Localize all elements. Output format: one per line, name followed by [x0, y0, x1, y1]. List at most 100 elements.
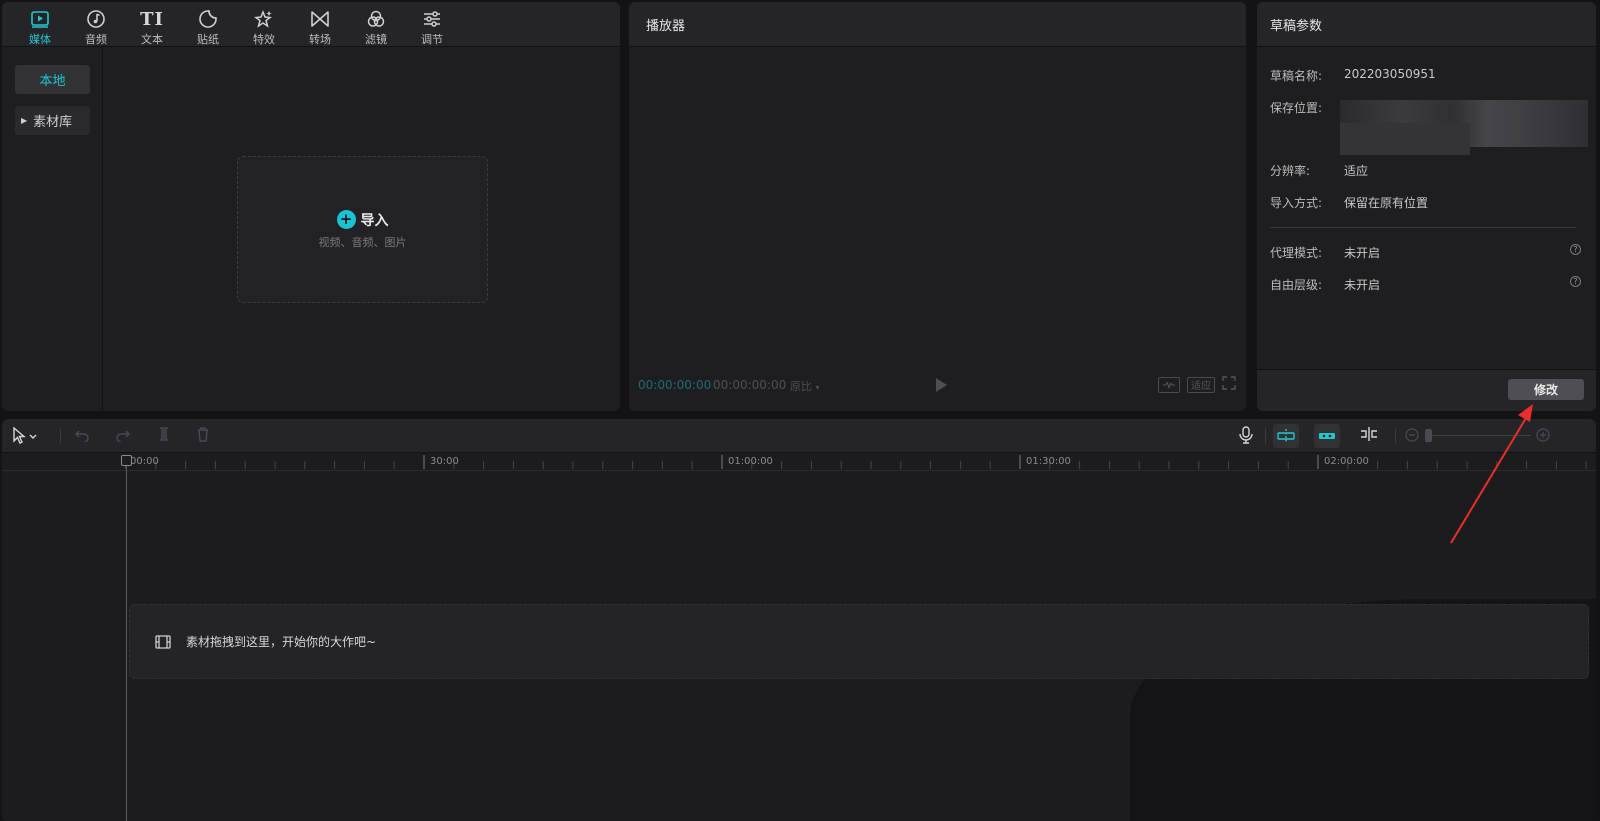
transition-bowtie-icon	[311, 11, 329, 27]
playhead-handle[interactable]	[121, 455, 132, 466]
tick-label: 02:00:00	[1324, 456, 1369, 467]
tab-effects[interactable]: 特效	[236, 2, 292, 47]
draft-row-proxy-key: 代理模式:	[1270, 246, 1323, 260]
draft-row-resolution-key: 分辨率:	[1270, 164, 1311, 178]
tick-label: 01:30:00	[1026, 456, 1071, 467]
drop-hint: 素材拖拽到这里，开始你的大作吧~	[186, 635, 377, 649]
ratio-dropdown[interactable]: 原比 ▾	[790, 378, 820, 394]
player-panel: 播放器 00:00:00:00 00:00:00:00 原比 ▾ 适应	[629, 2, 1246, 411]
tick-label: 01:00:00	[728, 456, 773, 467]
timeline-ruler[interactable]: 00:00 30:00 01:00:00 01:30:00 02:00:00	[2, 453, 1596, 471]
draft-row-name-key: 草稿名称:	[1270, 69, 1323, 83]
draft-title: 草稿参数	[1257, 2, 1596, 47]
linkage-button[interactable]	[1314, 424, 1340, 448]
zoom-slider-track[interactable]	[1429, 435, 1531, 436]
fit-button[interactable]: 适应	[1187, 376, 1215, 393]
draft-row-name: 草稿名称: 202203050951	[1270, 67, 1436, 84]
draft-row-resolution: 分辨率: 适应	[1270, 162, 1368, 179]
tick-label: 00:00	[130, 456, 159, 467]
ratio-label: 原比	[790, 380, 812, 393]
draft-row-layers-value: 未开启	[1344, 278, 1381, 292]
tab-text-label: 文本	[141, 33, 163, 46]
tab-effects-label: 特效	[253, 33, 275, 46]
zoom-out-button[interactable]	[1405, 428, 1419, 442]
import-title: 导入	[360, 212, 389, 229]
zoom-out-icon	[1405, 428, 1419, 442]
snap-magnet-icon	[1277, 429, 1295, 443]
trash-icon	[198, 427, 208, 442]
draft-row-name-value: 202203050951	[1344, 67, 1436, 81]
player-controls: 00:00:00:00 00:00:00:00 原比 ▾ 适应	[629, 375, 1246, 397]
record-audio-button[interactable]	[1238, 426, 1254, 444]
draft-footer: 修改	[1257, 369, 1596, 411]
modify-button[interactable]: 修改	[1508, 379, 1584, 400]
main-track-dropzone[interactable]: 素材拖拽到这里，开始你的大作吧~	[129, 604, 1589, 679]
timeline-toolbar	[2, 419, 1596, 453]
tab-adjust-label: 调节	[421, 33, 443, 46]
sidebar-item-library[interactable]: ▶ 素材库	[15, 106, 90, 135]
draft-row-layers-key: 自由层级:	[1270, 278, 1323, 292]
draft-row-import-mode: 导入方式: 保留在原有位置	[1270, 194, 1428, 211]
tab-filter-label: 滤镜	[365, 33, 387, 46]
tab-media-label: 媒体	[29, 33, 51, 46]
tab-audio-label: 音频	[85, 33, 107, 46]
tab-audio[interactable]: 音频	[68, 2, 124, 47]
zoom-slider-handle[interactable]	[1425, 429, 1432, 442]
timeline-panel: 00:00 30:00 01:00:00 01:30:00 02:00:00 素…	[2, 419, 1596, 821]
zoom-in-button[interactable]	[1536, 428, 1550, 442]
draft-row-layers: 自由层级: 未开启	[1270, 276, 1380, 293]
text-TI-icon: TI	[140, 8, 164, 30]
redo-button[interactable]	[115, 426, 131, 442]
player-title: 播放器	[629, 2, 1246, 47]
select-tool-button[interactable]	[12, 427, 38, 445]
fullscreen-button[interactable]	[1222, 375, 1236, 394]
playhead-line[interactable]	[126, 457, 127, 821]
tab-filter[interactable]: 滤镜	[348, 2, 404, 47]
sidebar-item-local[interactable]: 本地	[15, 65, 90, 94]
caret-down-icon: ▾	[815, 383, 820, 392]
filter-circles-icon	[367, 10, 385, 27]
adjust-sliders-icon	[424, 11, 440, 27]
fullscreen-icon	[1222, 376, 1236, 390]
draft-row-location: 保存位置:	[1270, 99, 1344, 116]
toolbar-divider	[1395, 428, 1396, 444]
microphone-icon	[1239, 426, 1253, 444]
draft-row-location-key: 保存位置:	[1270, 101, 1323, 115]
cursor-arrow-icon	[13, 427, 37, 444]
play-icon	[936, 378, 947, 392]
import-subtitle: 视频、音频、图片	[318, 235, 407, 249]
preview-axis-button[interactable]	[1359, 426, 1379, 442]
toolbar-divider	[60, 428, 61, 444]
waveform-button[interactable]	[1158, 376, 1180, 393]
draft-row-resolution-value: 适应	[1344, 164, 1369, 178]
tab-transition-label: 转场	[309, 33, 331, 46]
play-button[interactable]	[934, 377, 948, 397]
split-icon	[160, 427, 168, 441]
total-timecode: 00:00:00:00	[713, 378, 787, 392]
media-panel: 媒体 音频 TI 文本 贴纸 特效 转场 滤镜 调节 本地 ▶ 素材库 + 导入…	[2, 2, 620, 411]
tab-sticker-label: 贴纸	[197, 33, 219, 46]
tab-sticker[interactable]: 贴纸	[180, 2, 236, 47]
split-button[interactable]	[156, 426, 172, 442]
auto-snap-button[interactable]	[1273, 424, 1299, 448]
draft-row-proxy: 代理模式: 未开启	[1270, 244, 1380, 261]
tab-media[interactable]: 媒体	[12, 2, 68, 47]
undo-button[interactable]	[74, 426, 90, 442]
divider	[1270, 227, 1576, 228]
draft-row-import-mode-key: 导入方式:	[1270, 196, 1323, 210]
tab-transition[interactable]: 转场	[292, 2, 348, 47]
import-dropzone[interactable]: + 导入 视频、音频、图片	[237, 156, 488, 303]
delete-button[interactable]	[195, 426, 211, 442]
draft-row-import-mode-value: 保留在原有位置	[1344, 196, 1429, 210]
current-timecode: 00:00:00:00	[638, 378, 712, 392]
media-tabbar: 媒体 音频 TI 文本 贴纸 特效 转场 滤镜 调节	[2, 2, 620, 47]
link-icon	[1319, 433, 1335, 439]
undo-icon	[75, 430, 89, 442]
help-icon[interactable]: ?	[1570, 276, 1581, 287]
help-icon[interactable]: ?	[1570, 244, 1581, 255]
tab-text[interactable]: TI 文本	[124, 2, 180, 47]
film-strip-icon	[155, 634, 171, 649]
redo-icon	[116, 430, 130, 442]
tab-adjust[interactable]: 调节	[404, 2, 460, 47]
waveform-icon	[1162, 380, 1176, 389]
